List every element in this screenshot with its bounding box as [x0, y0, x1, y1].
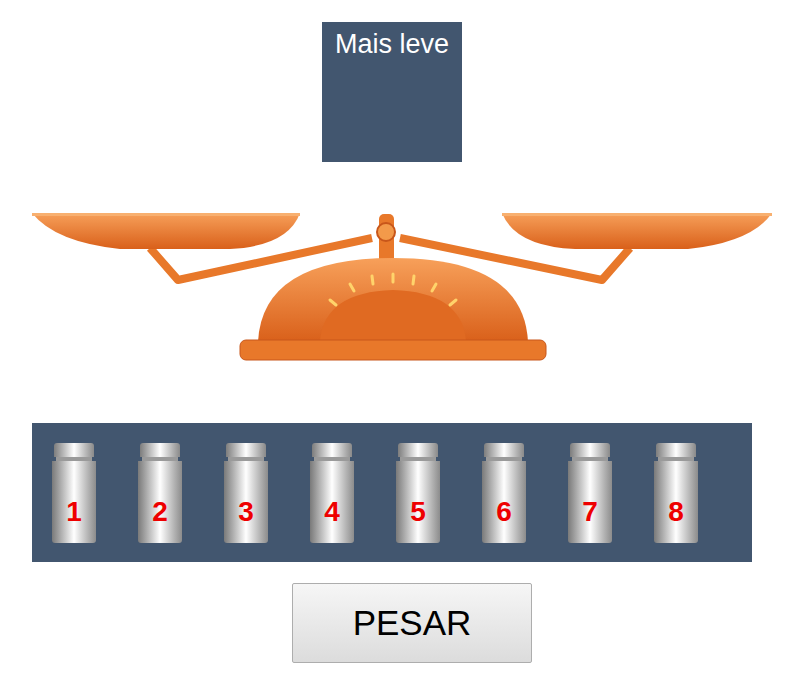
weight-item[interactable]: 1 — [52, 443, 96, 543]
weight-item[interactable]: 2 — [138, 443, 182, 543]
weight-cap — [140, 443, 180, 457]
weight-neck — [56, 457, 92, 461]
weight-item[interactable]: 6 — [482, 443, 526, 543]
weight-item[interactable]: 3 — [224, 443, 268, 543]
weight-cap — [570, 443, 610, 457]
weight-label: 3 — [238, 498, 254, 526]
weight-label: 2 — [152, 498, 168, 526]
weight-item[interactable]: 4 — [310, 443, 354, 543]
weight-neck — [400, 457, 436, 461]
weight-label: 4 — [324, 498, 340, 526]
weight-cap — [656, 443, 696, 457]
weight-body: 8 — [654, 461, 698, 543]
weight-cap — [54, 443, 94, 457]
weight-neck — [142, 457, 178, 461]
weight-label: 6 — [496, 498, 512, 526]
weight-body: 2 — [138, 461, 182, 543]
weight-neck — [486, 457, 522, 461]
balance-scale-icon — [0, 200, 806, 365]
weight-label: 8 — [668, 498, 684, 526]
weight-neck — [572, 457, 608, 461]
weight-cap — [398, 443, 438, 457]
weight-label: 5 — [410, 498, 426, 526]
weight-label: 1 — [66, 498, 82, 526]
weight-cap — [312, 443, 352, 457]
weights-tray: 1 2 3 4 5 6 7 8 — [32, 423, 752, 562]
weight-item[interactable]: 8 — [654, 443, 698, 543]
result-display: Mais leve — [322, 22, 462, 162]
weight-neck — [658, 457, 694, 461]
weigh-button[interactable]: PESAR — [292, 583, 532, 663]
weight-cap — [226, 443, 266, 457]
weight-cap — [484, 443, 524, 457]
result-label: Mais leve — [335, 28, 449, 162]
weight-neck — [228, 457, 264, 461]
weight-body: 6 — [482, 461, 526, 543]
weight-item[interactable]: 7 — [568, 443, 612, 543]
weight-body: 7 — [568, 461, 612, 543]
weight-body: 5 — [396, 461, 440, 543]
weight-neck — [314, 457, 350, 461]
weight-body: 3 — [224, 461, 268, 543]
weight-label: 7 — [582, 498, 598, 526]
weight-item[interactable]: 5 — [396, 443, 440, 543]
weight-body: 4 — [310, 461, 354, 543]
weight-body: 1 — [52, 461, 96, 543]
